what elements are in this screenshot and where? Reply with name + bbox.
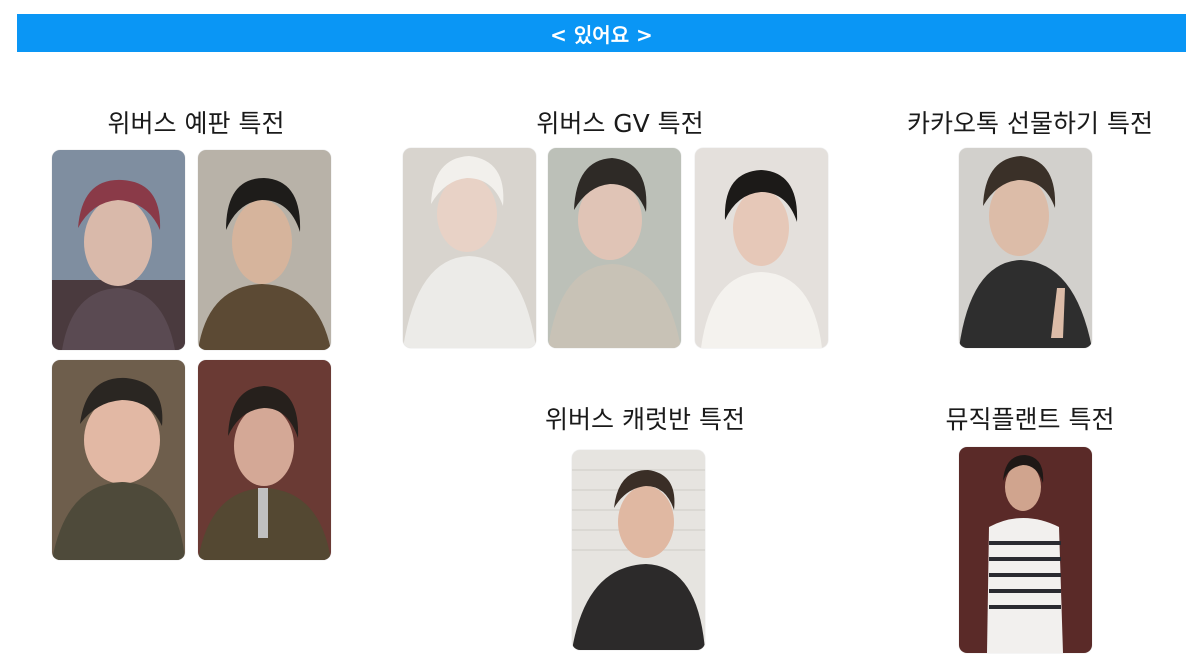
photocard-gv-3 (695, 148, 828, 348)
section-title-weverse-preorder: 위버스 예판 특전 (107, 109, 285, 138)
section-title-kakaotalk-gift: 카카오톡 선물하기 특전 (907, 109, 1153, 138)
photocard-carrot-1 (572, 450, 705, 650)
photocard-gv-1 (403, 148, 536, 348)
section-title-weverse-gv: 위버스 GV 특전 (536, 109, 704, 138)
photocard-gv-2 (548, 148, 681, 348)
photocard-preorder-4 (198, 360, 331, 560)
photocard-musicplant-1 (959, 447, 1092, 653)
photocard-kakaotalk-1 (959, 148, 1092, 348)
section-title-weverse-carrot: 위버스 캐럿반 특전 (545, 405, 745, 434)
photocard-preorder-3 (52, 360, 185, 560)
banner-label: < 있어요 > (550, 22, 653, 47)
photocard-preorder-2 (198, 150, 331, 350)
availability-banner: < 있어요 > (17, 14, 1186, 52)
section-title-musicplant: 뮤직플랜트 특전 (945, 405, 1115, 434)
photocard-preorder-1 (52, 150, 185, 350)
